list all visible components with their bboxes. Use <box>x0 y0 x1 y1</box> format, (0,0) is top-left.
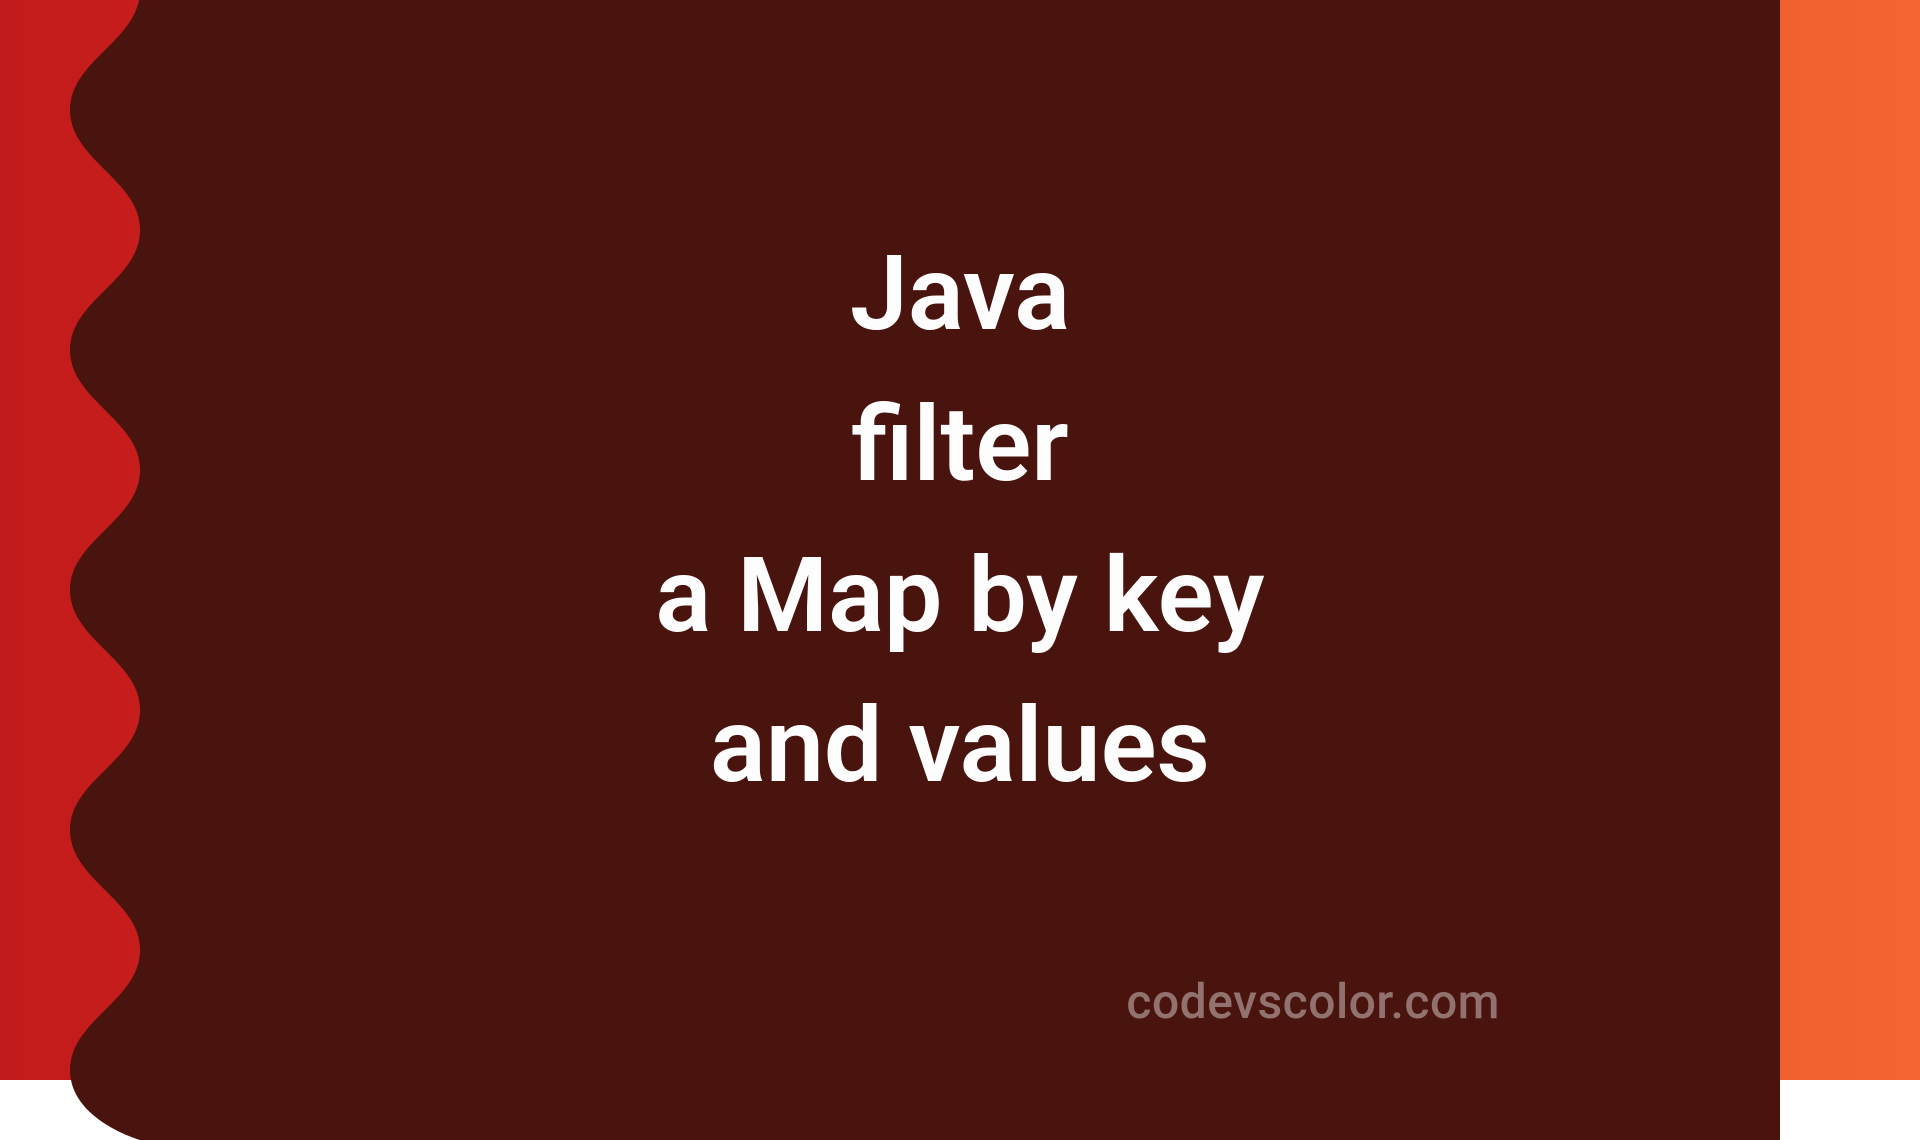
title-line-1: Java <box>0 220 1920 371</box>
title-line-2: filter <box>0 371 1920 522</box>
watermark-text: codevscolor.com <box>1126 973 1500 1030</box>
title-line-3: a Map by key <box>0 522 1920 673</box>
title-text: Java filter a Map by key and values <box>0 220 1920 823</box>
title-line-4: and values <box>0 672 1920 823</box>
